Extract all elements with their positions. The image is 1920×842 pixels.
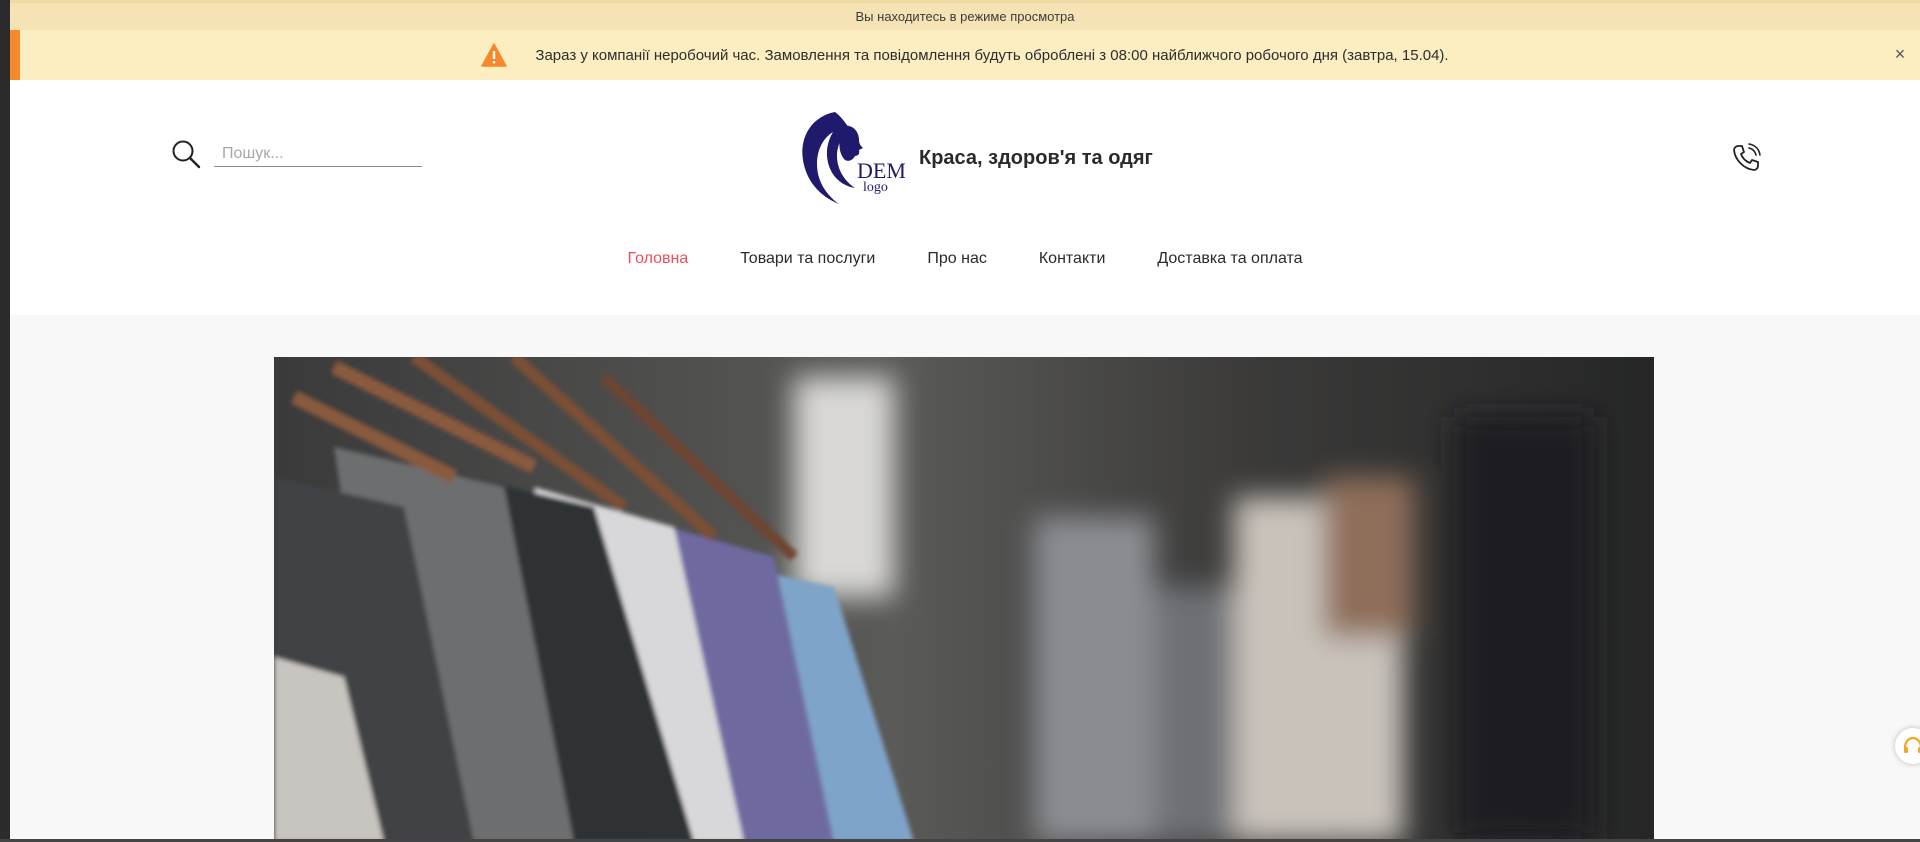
close-icon[interactable]: × bbox=[1890, 44, 1910, 64]
notice-message: Зараз у компанії неробочий час. Замовлен… bbox=[535, 46, 1449, 64]
headset-icon bbox=[1903, 736, 1920, 753]
site-name[interactable]: Краса, здоров'я та одяг bbox=[919, 147, 1153, 170]
nav-item-about[interactable]: Про нас bbox=[927, 250, 986, 268]
demo-logo[interactable]: DEMO logo bbox=[773, 108, 905, 208]
logo-text-logo: logo bbox=[863, 180, 888, 195]
search-input[interactable] bbox=[214, 141, 422, 167]
clothes-rack-photo bbox=[274, 357, 1654, 842]
preview-mode-bar: Вы находитесь в режиме просмотра bbox=[10, 0, 1920, 30]
non-working-hours-notice: Зараз у компанії неробочий час. Замовлен… bbox=[10, 30, 1920, 80]
brand[interactable]: DEMO logo Краса, здоров'я та одяг bbox=[773, 108, 1153, 208]
search-icon[interactable] bbox=[170, 138, 202, 170]
notice-accent bbox=[10, 30, 20, 80]
nav-item-products[interactable]: Товари та послуги bbox=[740, 250, 875, 268]
nav-item-contacts[interactable]: Контакти bbox=[1039, 250, 1106, 268]
hero-banner[interactable] bbox=[274, 357, 1654, 842]
main-nav: Головна Товари та послуги Про нас Контак… bbox=[10, 250, 1920, 268]
warning-triangle-icon bbox=[481, 43, 508, 67]
nav-item-delivery[interactable]: Доставка та оплата bbox=[1157, 250, 1302, 268]
nav-item-home[interactable]: Головна bbox=[627, 250, 688, 268]
search-box bbox=[170, 138, 422, 170]
page: Вы находитесь в режиме просмотра Зараз у… bbox=[10, 0, 1920, 842]
phone-icon[interactable] bbox=[1730, 142, 1762, 174]
site-header: DEMO logo Краса, здоров'я та одяг Головн… bbox=[10, 80, 1920, 315]
preview-mode-text: Вы находитесь в режиме просмотра bbox=[855, 9, 1075, 24]
